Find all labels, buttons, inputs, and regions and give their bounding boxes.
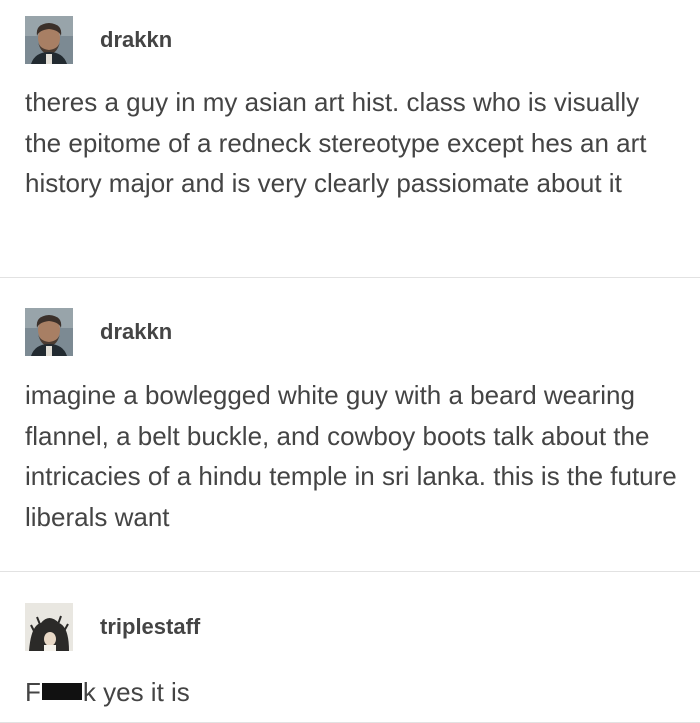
username[interactable]: triplestaff (100, 616, 200, 638)
post: drakkn theres a guy in my asian art hist… (0, 0, 700, 278)
photo-avatar-icon[interactable] (25, 603, 73, 651)
portrait-avatar-icon[interactable] (25, 16, 73, 64)
censor-bar (41, 683, 82, 700)
post-header: triplestaff (25, 603, 200, 651)
post-text: Fk yes it is (25, 672, 680, 713)
post: drakkn imagine a bowlegged white guy wit… (0, 278, 700, 572)
username[interactable]: drakkn (100, 321, 172, 343)
post-header: drakkn (25, 308, 172, 356)
post-text: theres a guy in my asian art hist. class… (25, 87, 647, 198)
portrait-avatar-icon[interactable] (25, 308, 73, 356)
username[interactable]: drakkn (100, 29, 172, 51)
post-text: imagine a bowlegged white guy with a bea… (25, 380, 677, 532)
post-header: drakkn (25, 16, 172, 64)
post-text-start: F (25, 677, 41, 707)
post: triplestaff Fk yes it is (0, 572, 700, 723)
post-text-end: k yes it is (82, 677, 190, 707)
